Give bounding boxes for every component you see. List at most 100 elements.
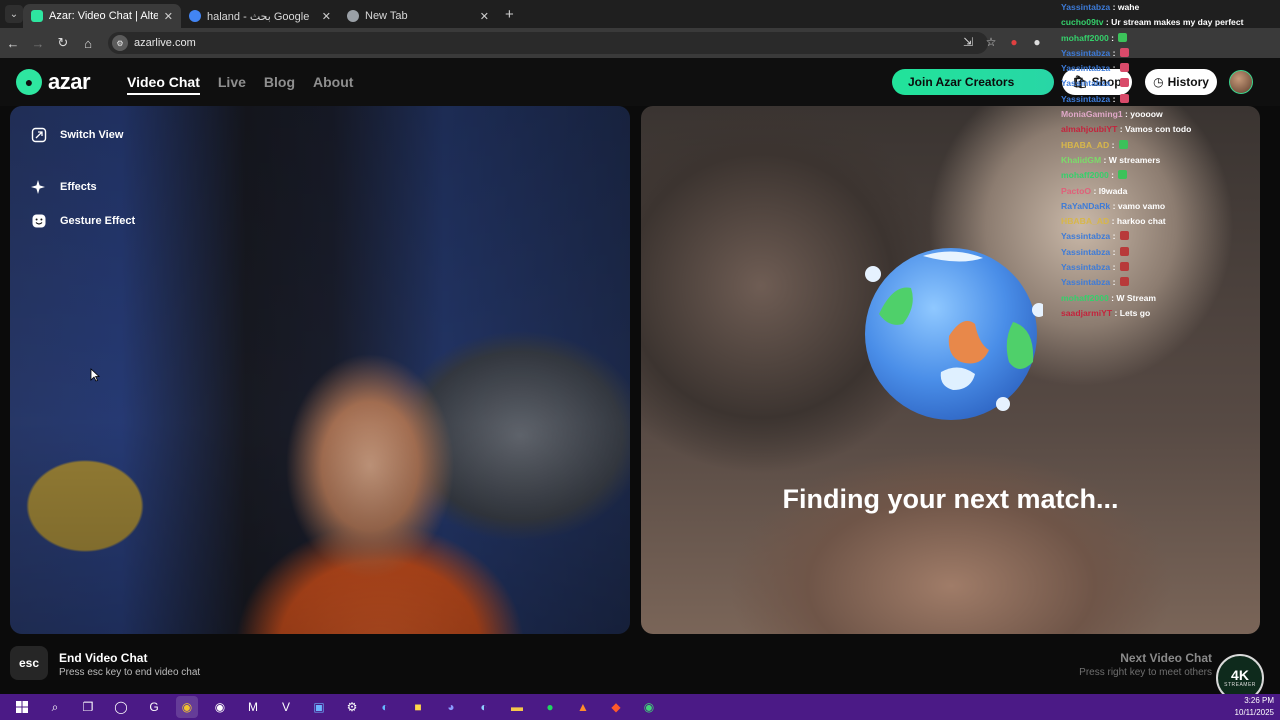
self-video-pane: Switch View Effects Gesture Effect [10,106,630,634]
gesture-effect-label: Gesture Effect [60,215,136,227]
chat-username: Yassintabza [1061,231,1111,242]
badge-text: 4K [1231,667,1249,683]
chat-separator: : [1110,2,1118,12]
effects-button[interactable]: Effects [30,178,97,196]
chat-separator: : [1110,277,1118,288]
next-video-chat-title[interactable]: Next Video Chat [1120,651,1212,665]
smile-icon [30,212,48,230]
tab-title: haland - بحث Google [207,10,310,23]
chat-username: Yassintabza [1061,2,1111,12]
stream-chat-overlay: Yassintabza : wahe cucho09tv : Ur stream … [1061,0,1276,321]
chat-emote-icon [1119,231,1129,241]
address-bar[interactable]: ⚙ azarlive.com [108,32,988,54]
chat-message: mohaff2000 : [1061,31,1276,46]
windows-start-icon[interactable] [11,696,33,718]
chat-username: Yassintabza [1061,277,1111,288]
install-app-icon[interactable]: ⇲ [960,34,976,50]
forward-arrow-icon[interactable]: → [26,36,50,51]
chrome-icon[interactable]: ◉ [176,696,198,718]
chat-message: PactoO : l9wada [1061,184,1276,199]
chat-username: cucho09tv [1061,17,1104,28]
discord-icon[interactable]: ◕ [440,696,462,718]
chat-message: mohaff2000 : W Stream [1061,291,1276,306]
extension-gray-icon[interactable]: ● [1029,34,1045,50]
chat-message: Yassintabza : [1061,260,1276,275]
chat-username: HBABA_AD [1061,139,1110,150]
end-video-chat-title[interactable]: End Video Chat [59,651,147,665]
join-azar-creators-button[interactable]: Join Azar Creators [892,69,1054,95]
system-clock[interactable]: 3:26 PM 10/11/2025 [1235,695,1274,719]
chat-separator: : [1110,262,1118,273]
chevron-down-icon: ⌄ [9,8,19,20]
bookmark-star-icon[interactable]: ☆ [983,34,999,50]
globe-icon [865,248,1043,420]
finding-match-text: Finding your next match... [782,484,1119,514]
chat-username: HBABA_AD [1061,216,1110,227]
extension-red-icon[interactable]: ● [1006,34,1022,50]
chat-separator: : [1110,63,1118,74]
home-icon[interactable]: ⌂ [76,36,100,51]
chat-message: HBABA_AD : [1061,138,1276,153]
browser-tab-newtab[interactable]: New Tab ✕ [339,4,497,28]
brave-icon[interactable]: ◆ [605,696,627,718]
obs-icon[interactable]: ◉ [209,696,231,718]
reload-icon[interactable]: ↻ [51,35,75,51]
new-tab-button[interactable]: + [505,6,514,23]
file-explorer-icon[interactable]: ▬ [506,696,528,718]
chat-emote-icon [1119,93,1129,103]
spotify-icon[interactable]: ● [539,696,561,718]
gesture-effect-button[interactable]: Gesture Effect [30,212,135,230]
chat-username: Yassintabza [1061,63,1111,74]
chat-username: RaYaNDaRk [1061,200,1111,211]
tab-search-button[interactable]: ⌄ [5,5,23,23]
chat-emote-icon [1118,139,1128,149]
steam-2-icon[interactable]: ◐ [473,696,495,718]
back-arrow-icon[interactable]: ← [1,36,25,51]
switch-view-icon [30,126,48,144]
chat-username: Yassintabza [1061,78,1111,89]
close-tab-icon[interactable]: ✕ [322,10,331,23]
logo-text: azar [48,69,91,94]
tab-title: Azar: Video Chat | Alternati [49,10,158,22]
windows-taskbar: ⌕ ❐ ◯ G ◉ ◉ M V ▣ ⚙ ◐ ■ ◕ ◐ ▬ ● ▲ ◆ ◉ 3:… [0,694,1280,720]
chat-message: saadjarmiYT : Lets go [1061,306,1276,321]
esc-key-button[interactable]: esc [10,646,48,680]
site-info-icon[interactable]: ⚙ [112,35,128,51]
steam-icon[interactable]: ◐ [374,696,396,718]
close-tab-icon[interactable]: ✕ [480,10,489,23]
app-gear-icon[interactable]: ⚙ [341,696,363,718]
effects-label: Effects [60,181,97,193]
browser-tab-azar[interactable]: Azar: Video Chat | Alternati ✕ [23,4,181,28]
switch-view-button[interactable]: Switch View [30,126,123,144]
chat-separator: : [1117,124,1125,135]
chat-message: KhalidGM : W streamers [1061,153,1276,168]
cortana-icon[interactable]: ◯ [110,696,132,718]
tab-title: New Tab [365,10,408,22]
chat-separator: : [1108,32,1117,43]
task-view-icon[interactable]: ❐ [77,696,99,718]
chat-text: Vamos con todo [1124,124,1192,135]
nav-video-chat[interactable]: Video Chat [127,74,200,95]
notes-icon[interactable]: ■ [407,696,429,718]
app-m-icon[interactable]: M [242,696,264,718]
chat-emote-icon [1119,246,1129,256]
browser-tab-google[interactable]: haland - بحث Google ✕ [181,4,339,28]
search-icon[interactable]: ⌕ [44,696,66,718]
nav-live[interactable]: Live [218,74,246,95]
chat-message: Yassintabza : [1061,245,1276,260]
chrome-2-icon[interactable]: ◉ [638,696,660,718]
chat-username: Yassintabza [1061,93,1111,104]
video-shade [10,106,630,634]
azar-logo[interactable]: ● azar [16,69,91,95]
toolbar-extensions: ⇲ ☆ ● ● [960,34,1045,50]
app-v-icon[interactable]: V [275,696,297,718]
app-orange-icon[interactable]: ▲ [572,696,594,718]
window-app-icon[interactable]: ▣ [308,696,330,718]
chat-text: Ur stream makes my day perfect [1111,17,1244,28]
app-g-icon[interactable]: G [143,696,165,718]
close-tab-icon[interactable]: ✕ [164,10,173,23]
nav-about[interactable]: About [313,74,353,95]
nav-blog[interactable]: Blog [264,74,295,95]
chat-text: Lets go [1119,307,1151,318]
switch-view-label: Switch View [60,129,124,141]
